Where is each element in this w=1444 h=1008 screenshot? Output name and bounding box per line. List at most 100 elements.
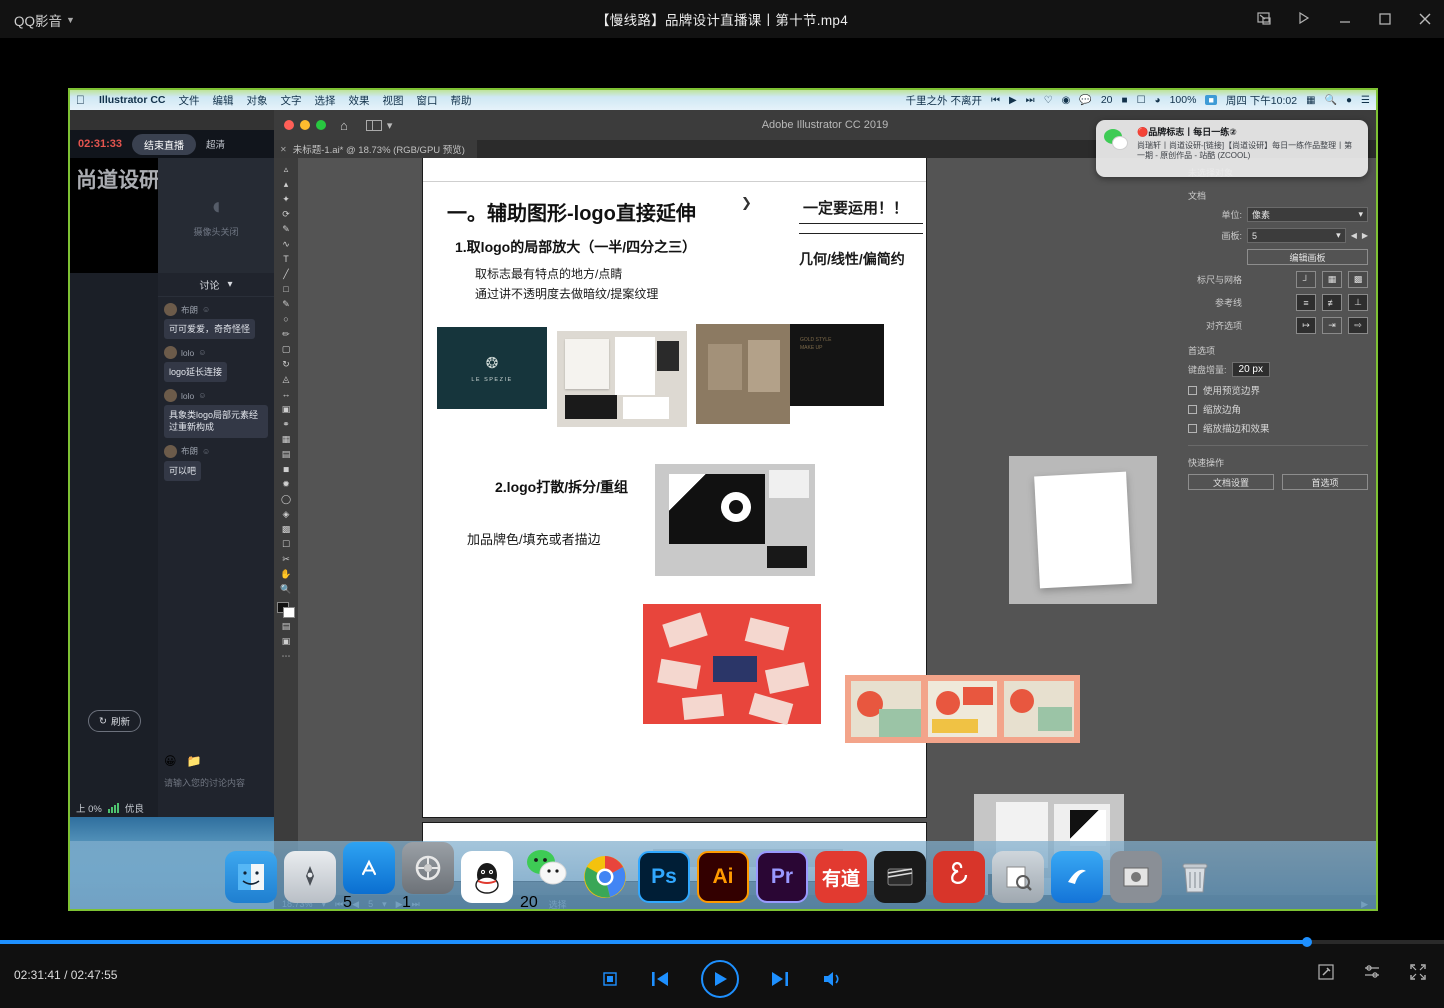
document-setup-button[interactable]: 文档设置: [1188, 474, 1274, 490]
document-tab[interactable]: ✕ 未标题-1.ai* @ 18.73% (RGB/GPU 预览): [274, 140, 477, 158]
preferences-button[interactable]: 首选项: [1282, 474, 1368, 490]
play-button[interactable]: [701, 960, 739, 998]
canvas-image-paperbag[interactable]: [696, 324, 790, 424]
drawing-modes-icon[interactable]: ▤: [276, 619, 296, 633]
heart-icon[interactable]: ♡: [1044, 95, 1053, 106]
keyboard-increment-input[interactable]: 20 px: [1232, 362, 1270, 377]
slice-tool-icon[interactable]: ✂: [276, 552, 296, 566]
like-icon[interactable]: ☺: [202, 447, 210, 456]
align-to-artboard-icon[interactable]: ⇥: [1322, 317, 1342, 334]
rotate-tool-icon[interactable]: ↻: [276, 357, 296, 371]
ruler-icon[interactable]: ┘: [1296, 271, 1316, 288]
video-stage[interactable]:  Illustrator CC 文件 编辑 对象 文字 选择 效果 视图 窗口…: [0, 38, 1444, 940]
home-icon[interactable]: ⌂: [340, 118, 348, 133]
pen-tool-icon[interactable]: ✎: [276, 222, 296, 236]
display-icon[interactable]: ☐: [1137, 95, 1146, 106]
emoji-icon[interactable]: 😀: [164, 754, 177, 768]
grid-icon[interactable]: ▦: [1322, 271, 1342, 288]
dock-item-trash[interactable]: [1169, 851, 1221, 903]
checkbox-preview-bounds[interactable]: 使用预览边界: [1188, 383, 1368, 397]
notification-center-icon[interactable]: ☰: [1361, 95, 1370, 106]
artboard-next-button[interactable]: ▶: [1362, 231, 1368, 240]
close-icon[interactable]: ✕: [280, 145, 287, 154]
live-stream-panel[interactable]: 02:31:33 结束直播 超清 尚道设研 ◖ 摄像头关闭 ↻ 刷新 讨论: [70, 130, 274, 911]
canvas-image-white-poster[interactable]: [1009, 456, 1157, 604]
dock-item-finder[interactable]: [225, 851, 277, 903]
align-to-key-object-icon[interactable]: ⇨: [1348, 317, 1368, 334]
eyedropper-tool-icon[interactable]: ✹: [276, 477, 296, 491]
gradient-tool-icon[interactable]: ◾: [276, 462, 296, 476]
fullscreen-button[interactable]: [1408, 962, 1428, 987]
pencil-tool-icon[interactable]: ✏: [276, 327, 296, 341]
timer-icon[interactable]: ◉: [1062, 95, 1071, 106]
dock-item-netease-music[interactable]: [933, 851, 985, 903]
dock-item-premiere[interactable]: Pr: [756, 851, 808, 903]
screen-mode-icon[interactable]: ▣: [276, 634, 296, 648]
seek-bar[interactable]: [0, 940, 1444, 944]
zoom-tool-icon[interactable]: 🔍: [276, 582, 296, 596]
checkbox-icon[interactable]: [1188, 405, 1197, 414]
toolbox[interactable]: ▵ ▴ ✦ ⟳ ✎ ∿ T ╱ □ ✎ ○ ✏ ▢ ↻ ◬ ↔ ▣ ⚭ ▦ ▤: [274, 158, 298, 895]
transparency-grid-icon[interactable]: ▩: [1348, 271, 1368, 288]
shape-builder-tool-icon[interactable]: ⚭: [276, 417, 296, 431]
canvas-image-logo-dark[interactable]: ❂ LE SPEZIE: [437, 327, 547, 409]
symbol-sprayer-tool-icon[interactable]: ◈: [276, 507, 296, 521]
picture-in-picture-icon[interactable]: [1256, 10, 1274, 28]
lock-guides-icon[interactable]: ≢: [1322, 294, 1342, 311]
dock-item-app-store[interactable]: 5: [343, 842, 395, 911]
menu-edit[interactable]: 编辑: [213, 93, 234, 108]
dock-item-system-preferences[interactable]: 1: [402, 842, 454, 911]
discussion-tab[interactable]: 讨论 ▾: [158, 273, 274, 297]
menu-help[interactable]: 帮助: [451, 93, 472, 108]
input-method-icon[interactable]: ▦: [1306, 95, 1315, 106]
scale-tool-icon[interactable]: ◬: [276, 372, 296, 386]
menu-app-name[interactable]: Illustrator CC: [99, 94, 166, 106]
document-canvas[interactable]: 一。辅助图形-logo直接延伸 ❯ 一定要运用！！ 几何/线性/偏简约 1.取l…: [298, 158, 1180, 895]
free-transform-tool-icon[interactable]: ▣: [276, 402, 296, 416]
like-icon[interactable]: ☺: [198, 348, 206, 357]
checkbox-icon[interactable]: [1188, 424, 1197, 433]
artboard-tool-icon[interactable]: ☐: [276, 537, 296, 551]
arrange-documents-button[interactable]: ▾: [366, 119, 393, 132]
previous-button[interactable]: [649, 969, 671, 989]
width-tool-icon[interactable]: ↔: [276, 387, 296, 401]
lasso-tool-icon[interactable]: ⟳: [276, 207, 296, 221]
shaper-tool-icon[interactable]: ○: [276, 312, 296, 326]
close-icon[interactable]: [1416, 10, 1434, 28]
fill-stroke-swatches[interactable]: [277, 602, 295, 618]
play-track-icon[interactable]: ▶: [1009, 95, 1017, 106]
eraser-tool-icon[interactable]: ▢: [276, 342, 296, 356]
paintbrush-tool-icon[interactable]: ✎: [276, 297, 296, 311]
clock-label[interactable]: 周四 下午10:02: [1226, 93, 1297, 108]
magic-wand-tool-icon[interactable]: ✦: [276, 192, 296, 206]
menu-select[interactable]: 选择: [315, 93, 336, 108]
message-list[interactable]: 布朗 ☺ 可可爱爱，奇奇怪怪 lolo ☺ logo延长连接: [158, 297, 274, 481]
type-tool-icon[interactable]: T: [276, 252, 296, 266]
siri-icon[interactable]: ●: [1346, 95, 1352, 106]
snapshot-button[interactable]: [1316, 962, 1336, 987]
align-to-selection-icon[interactable]: ↦: [1296, 317, 1316, 334]
message-composer[interactable]: 😀 📁 请输入您的讨论内容: [158, 748, 274, 795]
dock-item-preview[interactable]: [992, 851, 1044, 903]
dock-item-illustrator[interactable]: Ai: [697, 851, 749, 903]
mesh-tool-icon[interactable]: ▤: [276, 447, 296, 461]
canvas-image-red-cards[interactable]: [643, 604, 821, 724]
zoom-window-button[interactable]: [316, 120, 326, 130]
battery-shape-icon[interactable]: ■: [1122, 95, 1128, 106]
curvature-tool-icon[interactable]: ∿: [276, 237, 296, 251]
artboard-select[interactable]: 5 ▾: [1247, 228, 1346, 243]
direct-selection-tool-icon[interactable]: ▴: [276, 177, 296, 191]
edit-artboards-button[interactable]: 编辑画板: [1247, 249, 1368, 265]
canvas-image-color-cards[interactable]: [845, 675, 1080, 743]
checkbox-scale-corners[interactable]: 缩放边角: [1188, 402, 1368, 416]
dock-item-launchpad[interactable]: [284, 851, 336, 903]
checkbox-icon[interactable]: [1188, 386, 1197, 395]
cast-icon[interactable]: [1296, 10, 1314, 28]
volume-button[interactable]: [821, 969, 843, 989]
column-graph-tool-icon[interactable]: ▩: [276, 522, 296, 536]
message-input[interactable]: 请输入您的讨论内容: [164, 776, 268, 789]
artboard-prev-button[interactable]: ◀: [1351, 231, 1357, 240]
menu-type[interactable]: 文字: [281, 93, 302, 108]
canvas-image-bw-branding[interactable]: [655, 464, 815, 576]
close-window-button[interactable]: [284, 120, 294, 130]
